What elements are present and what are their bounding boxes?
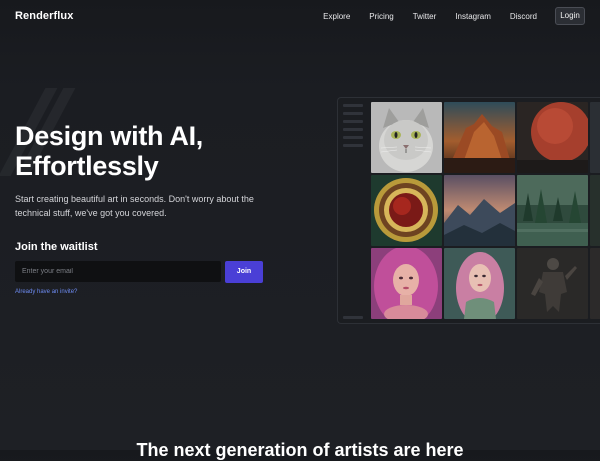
waitlist-heading: Join the waitlist — [15, 241, 98, 253]
nav-link-pricing[interactable]: Pricing — [369, 12, 393, 21]
gallery-image-red-planet[interactable] — [517, 102, 588, 173]
nav-links: Explore Pricing Twitter Instagram Discor… — [304, 12, 537, 21]
section-heading: The next generation of artists are here — [136, 440, 464, 460]
hero-title-line-2: Effortlessly — [15, 151, 159, 181]
join-button[interactable]: Join — [225, 261, 263, 283]
sidebar-placeholder-line — [343, 104, 363, 107]
hero-title: Design with AI, Effortlessly — [15, 121, 335, 181]
gallery-image-warrior[interactable] — [517, 248, 588, 319]
gallery-image-red-orb[interactable] — [371, 175, 442, 246]
login-button[interactable]: Login — [555, 7, 585, 25]
sidebar-placeholder-line — [343, 144, 363, 147]
gallery-image-pink-woman[interactable] — [371, 248, 442, 319]
brand-logo[interactable]: Renderflux — [15, 10, 73, 22]
top-navbar: Renderflux Explore Pricing Twitter Insta… — [0, 0, 600, 34]
gallery-image-forest-lake[interactable] — [517, 175, 588, 246]
gallery-image-cat[interactable] — [371, 102, 442, 173]
hero-title-line-1: Design with AI, — [15, 121, 204, 151]
email-input[interactable] — [15, 261, 221, 282]
sidebar-placeholder-line — [343, 120, 363, 123]
sidebar-placeholder-line — [343, 128, 363, 131]
gallery-image-mountain-sunset[interactable] — [444, 102, 515, 173]
sidebar-placeholder-line — [343, 112, 363, 115]
gallery-image-partial[interactable] — [590, 248, 600, 319]
gallery-image-partial[interactable] — [590, 102, 600, 173]
hero-subtitle: Start creating beautiful art in seconds.… — [15, 194, 254, 218]
nav-link-explore[interactable]: Explore — [323, 12, 350, 21]
invite-link[interactable]: Already have an invite? — [15, 289, 77, 295]
nav-link-twitter[interactable]: Twitter — [413, 12, 437, 21]
nav-link-discord[interactable]: Discord — [510, 12, 537, 21]
nav-link-instagram[interactable]: Instagram — [455, 12, 491, 21]
gallery-image-partial[interactable] — [590, 175, 600, 246]
sidebar-placeholder-line — [343, 316, 363, 319]
gallery-image-mountain-valley[interactable] — [444, 175, 515, 246]
image-gallery — [337, 97, 600, 324]
sidebar-placeholder-line — [343, 136, 363, 139]
gallery-image-pink-elf[interactable] — [444, 248, 515, 319]
